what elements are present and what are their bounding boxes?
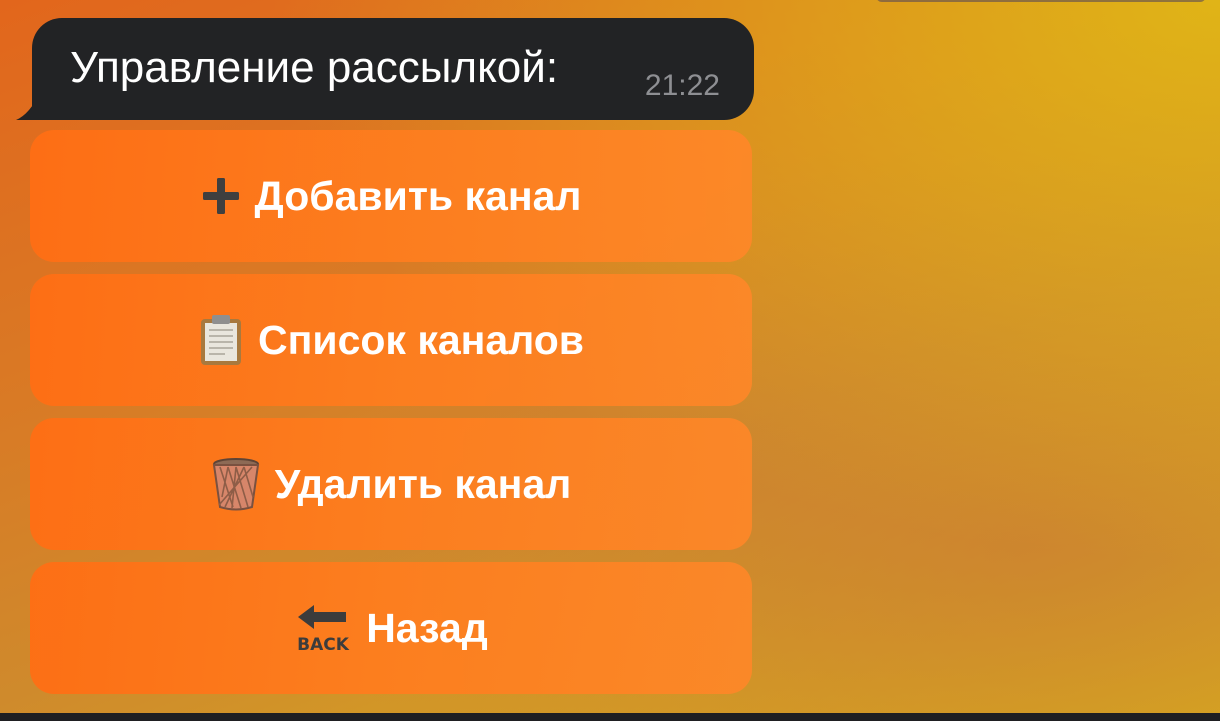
previous-message-edge <box>876 0 1206 2</box>
back-label: Назад <box>366 605 488 651</box>
back-icon-text: BACK <box>297 635 350 651</box>
clipboard-icon <box>198 314 244 366</box>
delete-channel-button[interactable]: Удалить канал <box>30 418 752 550</box>
channel-list-label: Список каналов <box>258 317 584 363</box>
wastebasket-icon <box>211 457 261 511</box>
plus-icon <box>201 176 241 216</box>
bottom-edge-bar <box>0 713 1220 721</box>
add-channel-label: Добавить канал <box>254 173 582 219</box>
message-bubble: Управление рассылкой: 21:22 <box>32 18 754 120</box>
back-arrow-icon: BACK <box>294 605 352 655</box>
add-channel-button[interactable]: Добавить канал <box>30 130 752 262</box>
message-time: 21:22 <box>644 69 720 102</box>
channel-list-button[interactable]: Список каналов <box>30 274 752 406</box>
delete-channel-label: Удалить канал <box>274 461 572 507</box>
back-button[interactable]: BACK Назад <box>30 562 752 694</box>
message-text: Управление рассылкой: <box>70 43 559 92</box>
